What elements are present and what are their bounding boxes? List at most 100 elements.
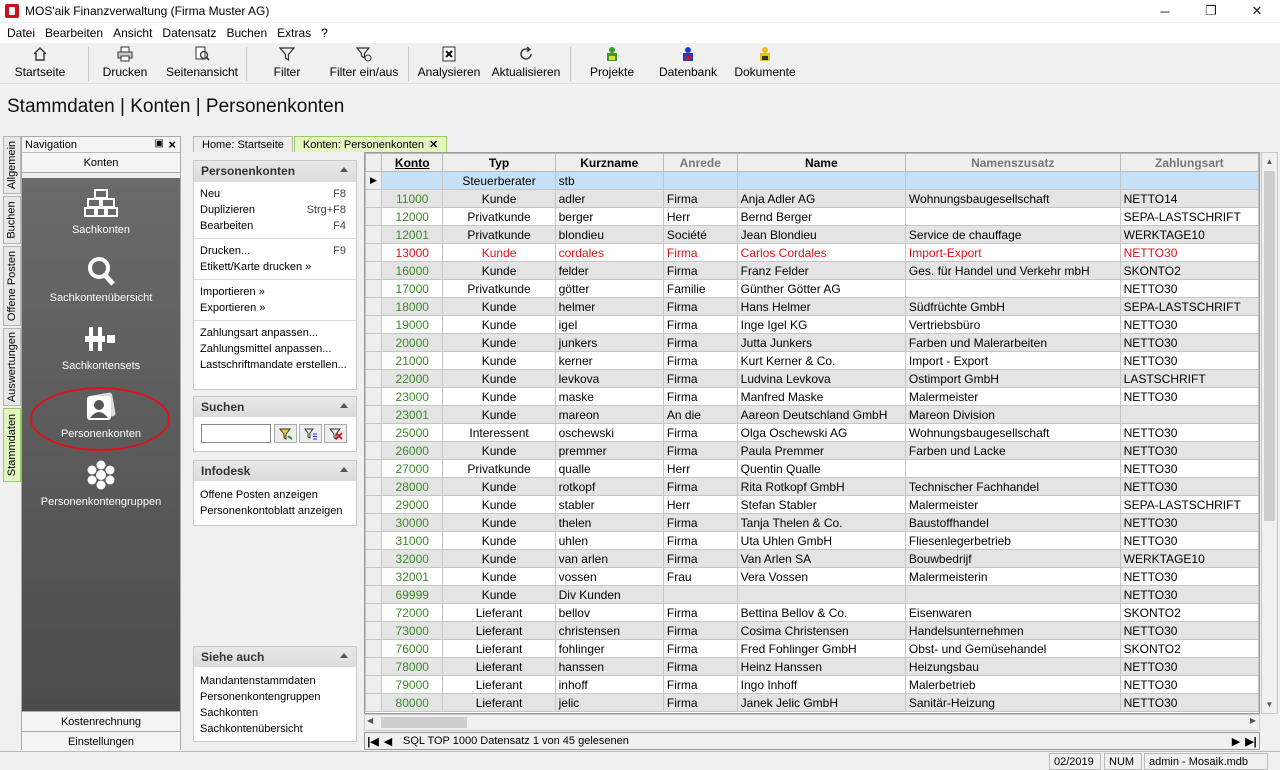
task-duplizieren[interactable]: Duplizieren Strg+F8	[194, 202, 356, 218]
menu-datei[interactable]: Datei	[3, 26, 41, 40]
table-row[interactable]: 26000 Kunde premmer Firma Paula Premmer Farbe…	[365, 441, 1259, 460]
cell-name[interactable]: Vera Vossen	[736, 567, 906, 586]
cell-namenszusatz[interactable]: Vertriebsbüro	[904, 315, 1121, 334]
row-indicator[interactable]	[365, 225, 383, 244]
cell-konto[interactable]: 31000	[381, 531, 444, 550]
analysieren-button[interactable]: Analysieren	[416, 43, 482, 83]
row-indicator[interactable]	[365, 387, 383, 406]
pin-icon[interactable]: ▣	[155, 138, 164, 149]
cell-typ[interactable]: Lieferant	[442, 657, 556, 676]
cell-namenszusatz[interactable]: Ostimport GmbH	[904, 369, 1121, 388]
row-indicator[interactable]	[365, 603, 383, 622]
cell-namenszusatz[interactable]: Bouwbedrijf	[904, 549, 1121, 568]
cell-name[interactable]: Franz Felder	[736, 261, 906, 280]
cell-namenszusatz[interactable]: Ges. für Handel und Verkehr mbH	[904, 261, 1121, 280]
nav-einstellungen[interactable]: Einstellungen	[22, 731, 180, 751]
nav-item-sachkontensets[interactable]: Sachkontensets	[22, 324, 180, 372]
cell-konto[interactable]: 21000	[381, 351, 444, 370]
table-row[interactable]: 29000 Kunde stabler Herr Stefan Stabler Maler…	[365, 495, 1259, 514]
dokumente-button[interactable]: Dokumente	[732, 43, 798, 83]
cell-typ[interactable]: Kunde	[442, 297, 556, 316]
table-row[interactable]: 28000 Kunde rotkopf Firma Rita Rotkopf GmbH T…	[365, 477, 1259, 496]
cell-zahlungsart[interactable]: LASTSCHRIFT	[1119, 369, 1259, 388]
cell-anrede[interactable]: Firma	[662, 369, 738, 388]
cell-konto[interactable]: 12000	[381, 207, 444, 226]
row-indicator[interactable]	[365, 477, 383, 496]
cell-kurzname[interactable]: bellov	[554, 603, 664, 622]
cell-konto[interactable]: 19000	[381, 315, 444, 334]
infodesk-box-header[interactable]: Infodesk	[194, 461, 356, 481]
cell-namenszusatz[interactable]	[904, 279, 1121, 298]
cell-zahlungsart[interactable]: NETTO30	[1119, 423, 1259, 442]
cell-zahlungsart[interactable]: SKONTO2	[1119, 603, 1259, 622]
table-row[interactable]: 76000 Lieferant fohlinger Firma Fred Fohling…	[365, 639, 1259, 658]
row-indicator[interactable]	[365, 531, 383, 550]
infodesk-link-personenkontoblatt[interactable]: Personenkontoblatt anzeigen	[194, 503, 356, 519]
cell-name[interactable]: Janek Jelic GmbH	[736, 693, 906, 712]
cell-zahlungsart[interactable]	[1119, 405, 1259, 424]
cell-typ[interactable]: Interessent	[442, 423, 556, 442]
cell-kurzname[interactable]: Div Kunden	[554, 585, 664, 604]
tab-home-startseite[interactable]: Home: Startseite	[193, 136, 293, 152]
tab-close-icon[interactable]: ✕	[429, 138, 438, 151]
cell-namenszusatz[interactable]: Import-Export	[904, 243, 1121, 262]
header-anrede[interactable]: Anrede	[662, 153, 738, 172]
table-row[interactable]: 78000 Lieferant hanssen Firma Heinz Hanssen H…	[365, 657, 1259, 676]
task-zahlungsart[interactable]: Zahlungsart anpassen...	[194, 325, 356, 341]
row-indicator[interactable]: ▶	[365, 171, 383, 190]
cell-anrede[interactable]: Firma	[662, 477, 738, 496]
table-row[interactable]: 25000 Interessent oschewski Firma Olga Osche…	[365, 423, 1259, 442]
cell-typ[interactable]: Kunde	[442, 513, 556, 532]
infodesk-link-offene-posten[interactable]: Offene Posten anzeigen	[194, 487, 356, 503]
cell-typ[interactable]: Kunde	[442, 387, 556, 406]
cell-typ[interactable]: Privatkunde	[442, 279, 556, 298]
nav-item-personenkontengruppen[interactable]: Personenkontengruppen	[22, 460, 180, 508]
cell-kurzname[interactable]: helmer	[554, 297, 664, 316]
cell-anrede[interactable]: Firma	[662, 297, 738, 316]
cell-konto[interactable]: 76000	[381, 639, 444, 658]
cell-kurzname[interactable]: maske	[554, 387, 664, 406]
table-row[interactable]: 13000 Kunde cordales Firma Carlos Cordales Im…	[365, 243, 1259, 262]
table-row[interactable]: 23001 Kunde mareon An die Aareon Deutschland…	[365, 405, 1259, 424]
cell-namenszusatz[interactable]: Farben und Malerarbeiten	[904, 333, 1121, 352]
close-panel-icon[interactable]: ×	[168, 137, 176, 152]
row-indicator[interactable]	[365, 279, 383, 298]
cell-zahlungsart[interactable]: NETTO30	[1119, 315, 1259, 334]
cell-konto[interactable]: 27000	[381, 459, 444, 478]
cell-namenszusatz[interactable]: Handelsunternehmen	[904, 621, 1121, 640]
cell-zahlungsart[interactable]: SEPA-LASTSCHRIFT	[1119, 495, 1259, 514]
table-row[interactable]: 79000 Lieferant inhoff Firma Ingo Inhoff Male…	[365, 675, 1259, 694]
cell-name[interactable]: Hans Helmer	[736, 297, 906, 316]
vtab-allgemein[interactable]: Allgemein	[3, 136, 21, 194]
cell-anrede[interactable]: Herr	[662, 207, 738, 226]
cell-zahlungsart[interactable]: NETTO30	[1119, 387, 1259, 406]
cell-zahlungsart[interactable]: NETTO14	[1119, 189, 1259, 208]
cell-namenszusatz[interactable]: Fliesenlegerbetrieb	[904, 531, 1121, 550]
cell-konto[interactable]: 72000	[381, 603, 444, 622]
table-row[interactable]: 30000 Kunde thelen Firma Tanja Thelen & Co. B…	[365, 513, 1259, 532]
table-row[interactable]: 32001 Kunde vossen Frau Vera Vossen Malermeis…	[365, 567, 1259, 586]
header-typ[interactable]: Typ	[442, 153, 556, 172]
cell-kurzname[interactable]: christensen	[554, 621, 664, 640]
cell-konto[interactable]: 20000	[381, 333, 444, 352]
cell-kurzname[interactable]: felder	[554, 261, 664, 280]
cell-konto[interactable]: 32000	[381, 549, 444, 568]
table-row[interactable]: 18000 Kunde helmer Firma Hans Helmer Südfrüch…	[365, 297, 1259, 316]
cell-anrede[interactable]: Firma	[662, 351, 738, 370]
row-indicator[interactable]	[365, 315, 383, 334]
row-indicator[interactable]	[365, 567, 383, 586]
cell-name[interactable]: Uta Uhlen GmbH	[736, 531, 906, 550]
row-indicator[interactable]	[365, 207, 383, 226]
cell-kurzname[interactable]: berger	[554, 207, 664, 226]
nav-kostenrechnung[interactable]: Kostenrechnung	[22, 711, 180, 731]
row-indicator[interactable]	[365, 189, 383, 208]
cell-name[interactable]	[736, 585, 906, 604]
cell-kurzname[interactable]: inhoff	[554, 675, 664, 694]
cell-zahlungsart[interactable]: WERKTAGE10	[1119, 225, 1259, 244]
row-indicator[interactable]	[365, 369, 383, 388]
cell-zahlungsart[interactable]	[1119, 171, 1259, 190]
cell-anrede[interactable]: Firma	[662, 693, 738, 712]
cell-name[interactable]: Ludvina Levkova	[736, 369, 906, 388]
table-row[interactable]: 20000 Kunde junkers Firma Jutta Junkers Farbe…	[365, 333, 1259, 352]
cell-typ[interactable]: Lieferant	[442, 603, 556, 622]
